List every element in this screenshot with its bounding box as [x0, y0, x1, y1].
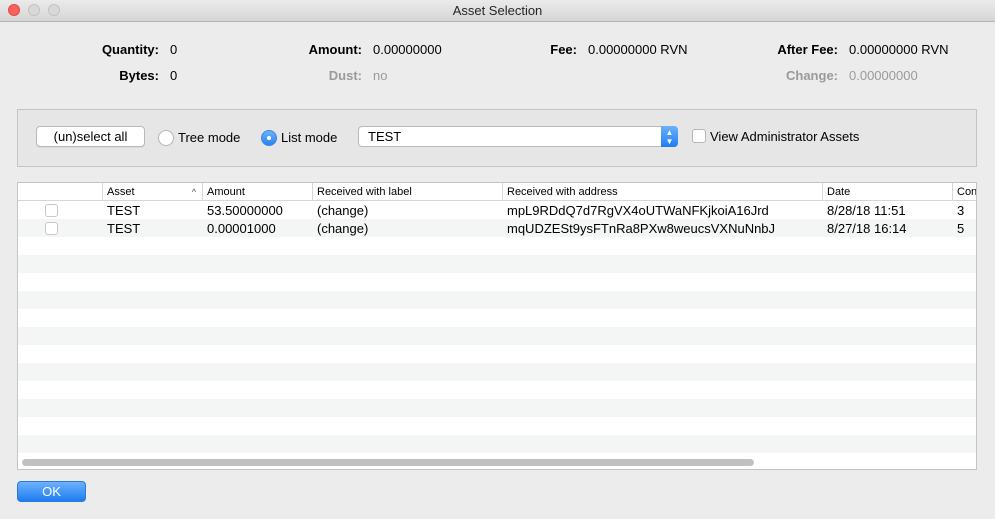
cell-asset: TEST — [107, 221, 141, 236]
column-header-check[interactable] — [18, 183, 102, 201]
column-header-date[interactable]: Date — [822, 183, 952, 201]
empty-row — [18, 417, 976, 435]
empty-row — [18, 327, 976, 345]
minimize-window-icon[interactable] — [28, 4, 40, 16]
cell-label: (change) — [317, 203, 369, 218]
cell-address: mqUDZESt9ysFTnRa8PXw8weucsVXNuNnbJ — [507, 221, 776, 236]
empty-row — [18, 381, 976, 399]
empty-row — [18, 435, 976, 453]
amount-label: Amount: — [308, 42, 362, 57]
cell-label: (change) — [317, 221, 369, 236]
fee-label: Fee: — [550, 42, 577, 57]
table-body: TEST 53.50000000 (change) mpL9RDdQ7d7RgV… — [18, 201, 976, 453]
ok-button[interactable]: OK — [17, 481, 86, 502]
view-admin-assets-checkbox[interactable] — [692, 129, 706, 143]
cell-amount: 0.00001000 — [207, 221, 276, 236]
stats-panel: Quantity: 0 Bytes: 0 Amount: 0.00000000 … — [0, 40, 995, 90]
quantity-value: 0 — [170, 42, 178, 57]
horizontal-scrollbar[interactable] — [22, 459, 754, 466]
cell-date: 8/27/18 16:14 — [827, 221, 907, 236]
table-row[interactable]: TEST 0.00001000 (change) mqUDZESt9ysFTnR… — [18, 219, 976, 237]
quantity-label: Quantity: — [101, 42, 159, 57]
fee-value: 0.00000000 RVN — [588, 42, 688, 57]
tree-mode-label[interactable]: Tree mode — [178, 130, 240, 145]
window-controls — [8, 4, 60, 16]
close-window-icon[interactable] — [8, 4, 20, 16]
dust-value: no — [373, 68, 388, 83]
empty-row — [18, 291, 976, 309]
dust-label: Dust: — [328, 68, 362, 83]
chevron-updown-icon[interactable]: ▲ ▼ — [661, 126, 678, 147]
asset-select-value: TEST — [368, 129, 402, 144]
column-header-address[interactable]: Received with address — [502, 183, 822, 201]
cell-confirmations: 5 — [957, 221, 965, 236]
coin-table: Asset ^ Amount Received with label Recei… — [17, 182, 977, 470]
change-label: Change: — [786, 68, 838, 83]
empty-row — [18, 399, 976, 417]
bytes-label: Bytes: — [119, 68, 159, 83]
change-value: 0.00000000 — [849, 68, 918, 83]
column-header-asset[interactable]: Asset ^ — [102, 183, 202, 201]
empty-row — [18, 345, 976, 363]
column-header-confirmations[interactable]: Con — [952, 183, 976, 201]
column-header-amount[interactable]: Amount — [202, 183, 312, 201]
column-header-asset-label: Asset — [107, 186, 135, 198]
list-mode-label[interactable]: List mode — [281, 130, 337, 145]
after-fee-value: 0.00000000 RVN — [849, 42, 949, 57]
cell-asset: TEST — [107, 203, 141, 218]
after-fee-label: After Fee: — [777, 42, 838, 57]
window-title: Asset Selection — [452, 3, 543, 18]
empty-row — [18, 255, 976, 273]
unselect-all-button[interactable]: (un)select all — [36, 126, 145, 147]
cell-amount: 53.50000000 — [207, 203, 283, 218]
amount-value: 0.00000000 — [373, 42, 442, 57]
tree-mode-radio[interactable] — [158, 130, 174, 146]
mode-toolbar: (un)select all Tree mode List mode TEST … — [17, 109, 977, 167]
table-row[interactable]: TEST 53.50000000 (change) mpL9RDdQ7d7RgV… — [18, 201, 976, 219]
cell-date: 8/28/18 11:51 — [827, 203, 906, 218]
title-bar: Asset Selection — [0, 0, 995, 22]
sort-ascending-icon: ^ — [191, 187, 196, 197]
list-mode-radio[interactable] — [261, 130, 277, 146]
empty-row — [18, 237, 976, 255]
row-checkbox[interactable] — [45, 204, 58, 217]
empty-row — [18, 273, 976, 291]
column-header-label[interactable]: Received with label — [312, 183, 502, 201]
maximize-window-icon[interactable] — [48, 4, 60, 16]
empty-row — [18, 309, 976, 327]
view-admin-assets-label[interactable]: View Administrator Assets — [710, 129, 859, 144]
cell-address: mpL9RDdQ7d7RgVX4oUTWaNFKjkoiA16Jrd — [507, 203, 769, 218]
empty-row — [18, 363, 976, 381]
bytes-value: 0 — [170, 68, 178, 83]
row-checkbox[interactable] — [45, 222, 58, 235]
cell-confirmations: 3 — [957, 203, 965, 218]
table-header: Asset ^ Amount Received with label Recei… — [18, 183, 976, 201]
asset-select[interactable]: TEST ▲ ▼ — [358, 126, 678, 147]
